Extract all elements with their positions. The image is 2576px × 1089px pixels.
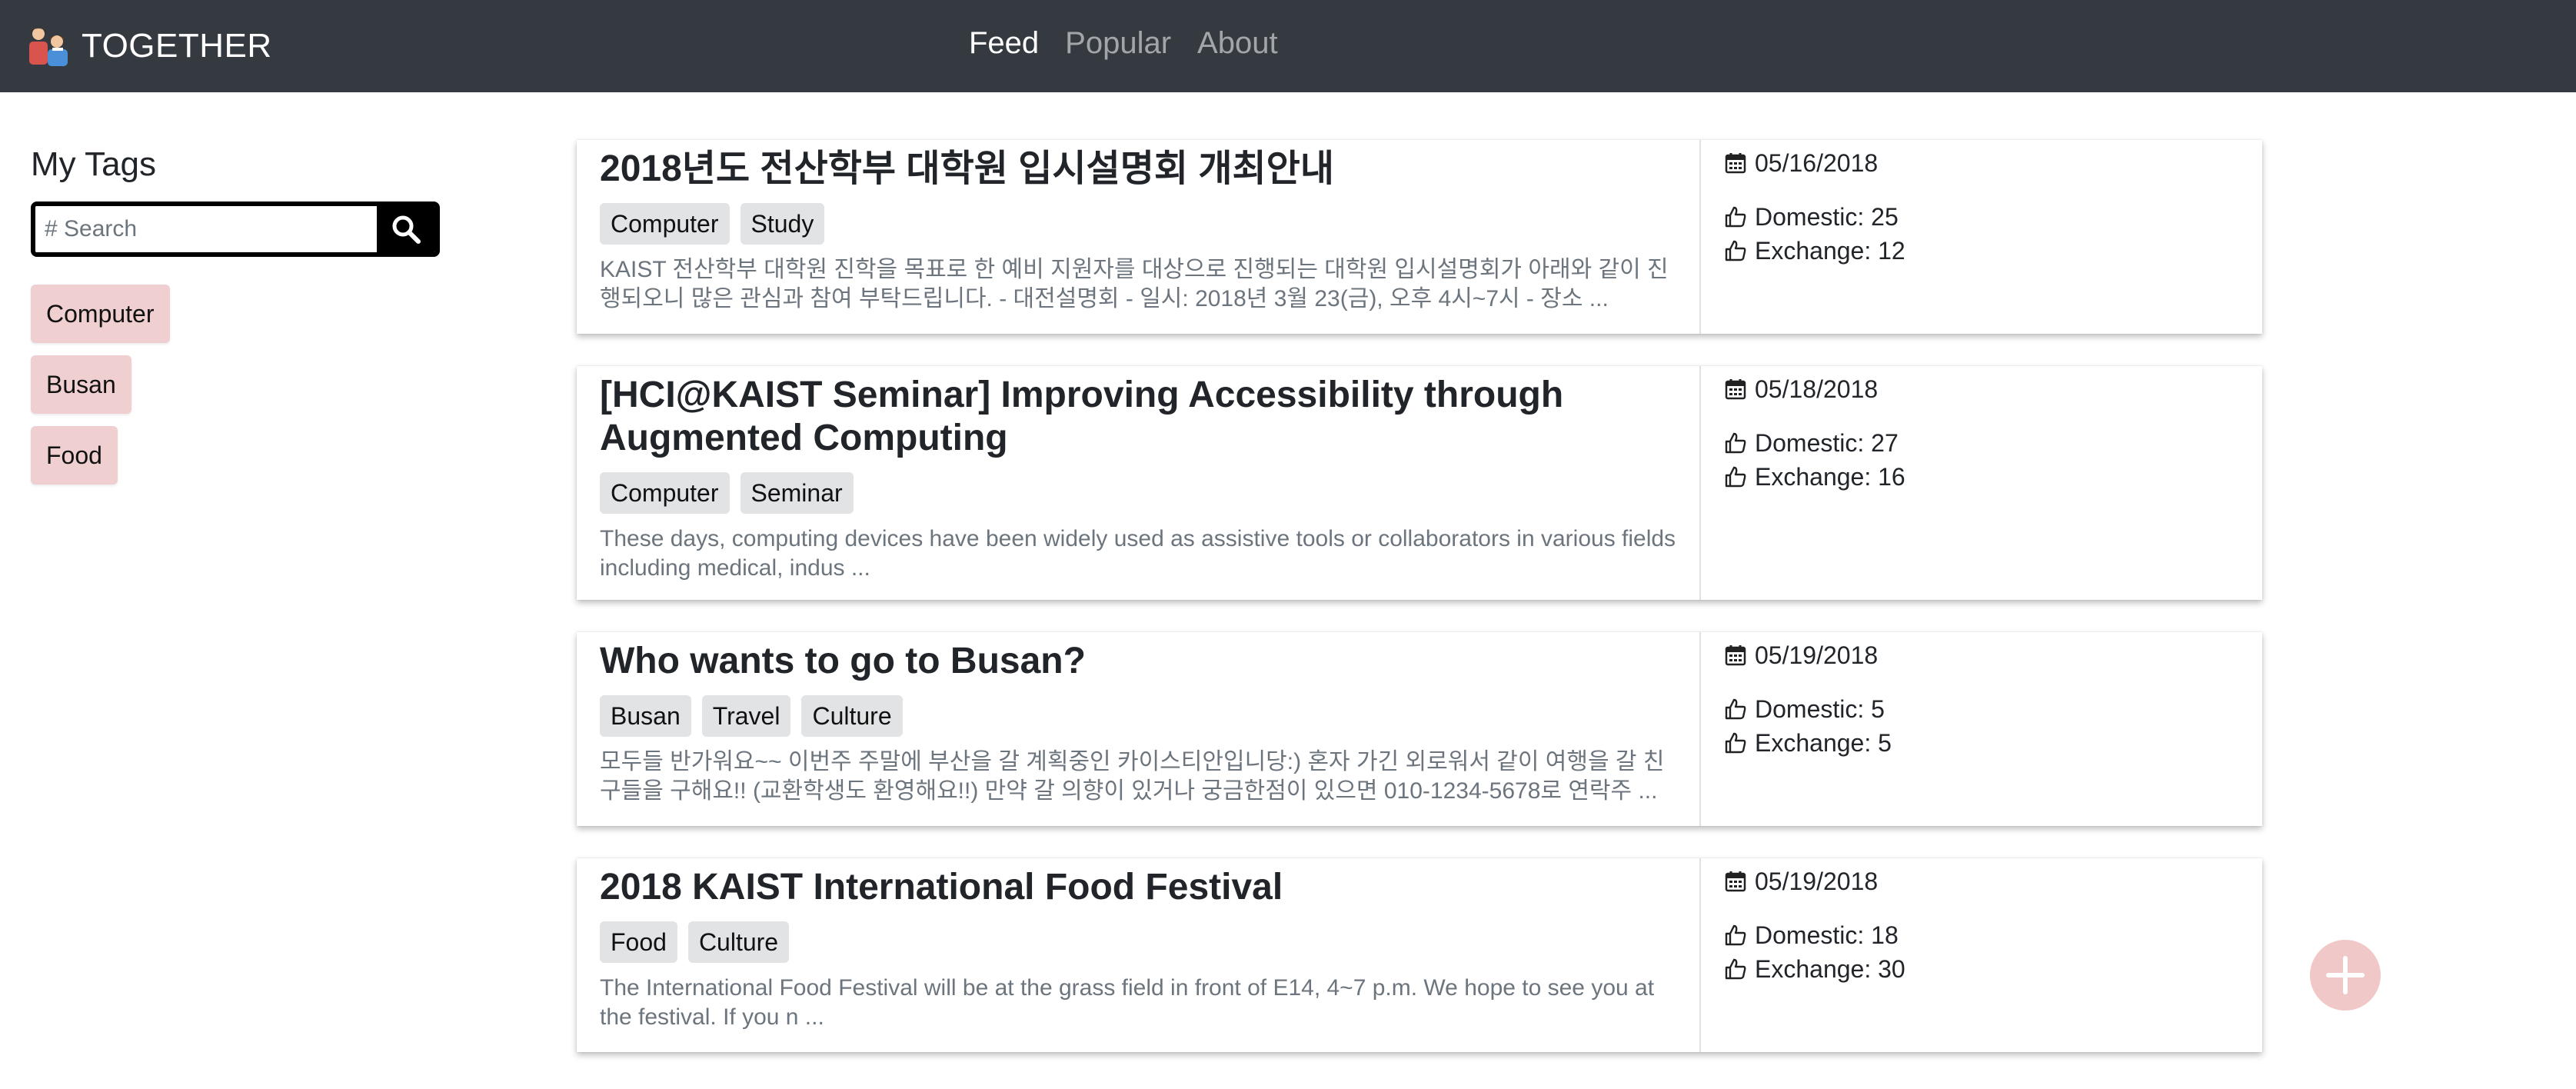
post-main: [HCI@KAIST Seminar] Improving Accessibil… — [577, 366, 1701, 600]
exchange-like-row[interactable]: Exchange: 12 — [1724, 234, 2262, 268]
post-title[interactable]: Who wants to go to Busan? — [600, 640, 1678, 683]
post-meta: 05/19/2018 Domestic: 18 Exchange: 30 — [1701, 858, 2262, 1052]
domestic-like-row[interactable]: Domestic: 25 — [1724, 200, 2262, 234]
post-title[interactable]: [HCI@KAIST Seminar] Improving Accessibil… — [600, 374, 1678, 460]
tag-search — [31, 201, 440, 257]
post-card[interactable]: [HCI@KAIST Seminar] Improving Accessibil… — [577, 366, 2262, 600]
post-description: These days, computing devices have been … — [600, 526, 1676, 581]
post-tag[interactable]: Culture — [801, 695, 903, 737]
post-date-row: 05/18/2018 — [1724, 372, 2262, 406]
post-description: 모두들 반가워요~~ 이번주 주말에 부산을 갈 계획중인 카이스티안입니당:)… — [600, 749, 1665, 804]
post-main: Who wants to go to Busan? Busan Travel C… — [577, 632, 1701, 826]
calendar-icon — [1725, 153, 1746, 174]
post-date-row: 05/16/2018 — [1724, 146, 2262, 180]
calendar-icon — [1725, 645, 1746, 666]
brand-name: TOGETHER — [82, 27, 272, 65]
post-main: 2018년도 전산학부 대학원 입시설명회 개최안내 Computer Stud… — [577, 140, 1701, 334]
top-navbar: TOGETHER Feed Popular About — [0, 0, 2576, 92]
post-tags: Computer Seminar — [600, 472, 1678, 514]
post-tag[interactable]: Seminar — [740, 472, 854, 514]
calendar-icon — [1725, 379, 1746, 400]
post-card[interactable]: 2018 KAIST International Food Festival F… — [577, 858, 2262, 1052]
post-card[interactable]: 2018년도 전산학부 대학원 입시설명회 개최안내 Computer Stud… — [577, 140, 2262, 334]
domestic-like-row[interactable]: Domestic: 5 — [1724, 692, 2262, 726]
post-date: 05/19/2018 — [1755, 867, 1879, 895]
sidebar-title: My Tags — [31, 145, 157, 183]
post-tags: Busan Travel Culture — [600, 695, 1678, 737]
calendar-icon — [1725, 871, 1746, 892]
exchange-like-row[interactable]: Exchange: 30 — [1724, 952, 2262, 986]
thumbs-up-icon — [1725, 432, 1746, 454]
thumbs-up-icon — [1725, 958, 1746, 980]
domestic-like-row[interactable]: Domestic: 27 — [1724, 426, 2262, 460]
plus-icon — [2326, 956, 2365, 994]
exchange-count: Exchange: 12 — [1755, 236, 1905, 265]
tag-food[interactable]: Food — [31, 426, 118, 485]
exchange-count: Exchange: 5 — [1755, 728, 1892, 757]
nav-links: Feed Popular About — [969, 26, 1278, 66]
thumbs-up-icon — [1725, 206, 1746, 228]
thumbs-up-icon — [1725, 924, 1746, 946]
post-tag[interactable]: Culture — [687, 921, 790, 963]
tag-search-input[interactable] — [35, 206, 377, 252]
post-tag[interactable]: Computer — [600, 472, 730, 514]
nav-popular[interactable]: Popular — [1065, 26, 1171, 66]
tag-computer[interactable]: Computer — [31, 285, 170, 343]
domestic-count: Domestic: 5 — [1755, 694, 1885, 723]
post-tag[interactable]: Computer — [600, 203, 730, 245]
my-tags-list: Computer Busan Food — [31, 285, 446, 485]
add-post-button[interactable] — [2310, 940, 2381, 1011]
post-title[interactable]: 2018 KAIST International Food Festival — [600, 866, 1678, 909]
exchange-like-row[interactable]: Exchange: 5 — [1724, 726, 2262, 760]
post-tags: Computer Study — [600, 203, 1678, 245]
people-logo-icon — [29, 28, 68, 66]
domestic-count: Domestic: 27 — [1755, 428, 1899, 457]
post-main: 2018 KAIST International Food Festival F… — [577, 858, 1701, 1052]
post-date-row: 05/19/2018 — [1724, 638, 2262, 672]
post-tag[interactable]: Study — [740, 203, 825, 245]
tag-busan[interactable]: Busan — [31, 355, 131, 414]
thumbs-up-icon — [1725, 698, 1746, 720]
thumbs-up-icon — [1725, 732, 1746, 754]
post-meta: 05/19/2018 Domestic: 5 Exchange: 5 — [1701, 632, 2262, 826]
post-card[interactable]: Who wants to go to Busan? Busan Travel C… — [577, 632, 2262, 826]
brand[interactable]: TOGETHER — [25, 22, 272, 71]
sidebar: My Tags Computer Busan Food — [31, 143, 446, 485]
exchange-count: Exchange: 30 — [1755, 954, 1905, 983]
exchange-count: Exchange: 16 — [1755, 462, 1905, 491]
post-description: KAIST 전산학부 대학원 진학을 목표로 한 예비 지원자를 대상으로 진행… — [600, 257, 1669, 311]
post-date-row: 05/19/2018 — [1724, 864, 2262, 898]
post-tag[interactable]: Busan — [600, 695, 691, 737]
post-tag[interactable]: Travel — [701, 695, 791, 737]
post-meta: 05/16/2018 Domestic: 25 Exchange: 12 — [1701, 140, 2262, 334]
post-date: 05/19/2018 — [1755, 641, 1879, 669]
nav-feed[interactable]: Feed — [969, 26, 1039, 66]
search-icon — [392, 215, 421, 244]
post-date: 05/16/2018 — [1755, 148, 1879, 177]
post-tags: Food Culture — [600, 921, 1678, 963]
post-description: The International Food Festival will be … — [600, 975, 1655, 1030]
domestic-count: Domestic: 18 — [1755, 921, 1899, 949]
post-date: 05/18/2018 — [1755, 375, 1879, 403]
thumbs-up-icon — [1725, 466, 1746, 488]
nav-about[interactable]: About — [1197, 26, 1278, 66]
exchange-like-row[interactable]: Exchange: 16 — [1724, 460, 2262, 494]
post-title[interactable]: 2018년도 전산학부 대학원 입시설명회 개최안내 — [600, 148, 1678, 191]
search-button[interactable] — [377, 206, 435, 252]
domestic-like-row[interactable]: Domestic: 18 — [1724, 918, 2262, 952]
post-meta: 05/18/2018 Domestic: 27 Exchange: 16 — [1701, 366, 2262, 600]
post-tag[interactable]: Food — [600, 921, 677, 963]
domestic-count: Domestic: 25 — [1755, 202, 1899, 231]
thumbs-up-icon — [1725, 240, 1746, 261]
